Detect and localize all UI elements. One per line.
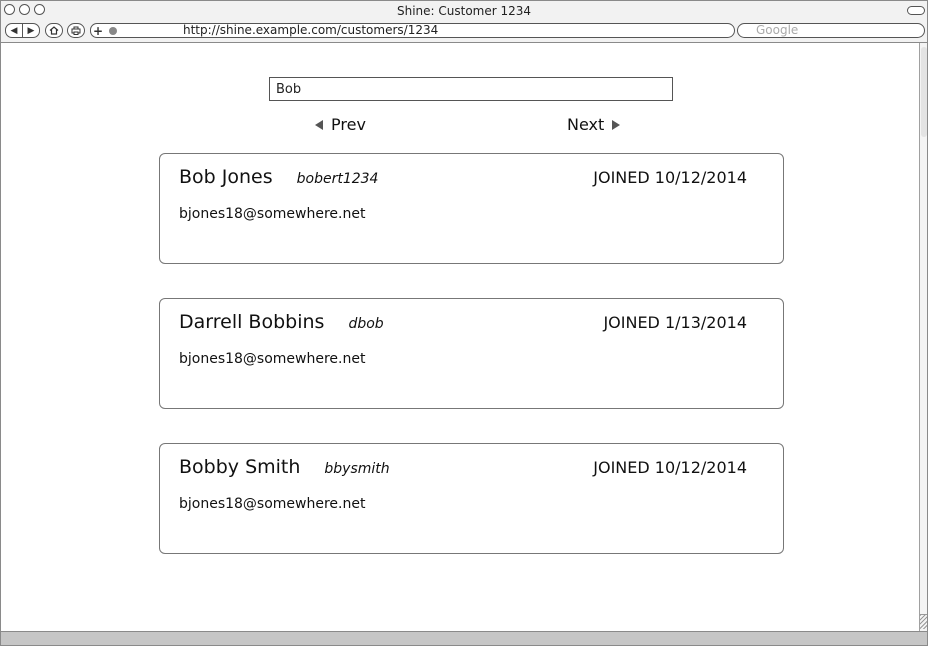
customer-email: bjones18@somewhere.net (179, 351, 366, 367)
back-button[interactable]: ◀ (5, 23, 23, 38)
site-globe-icon (109, 27, 117, 35)
add-bookmark-button[interactable]: + (90, 23, 106, 38)
forward-button[interactable]: ▶ (22, 23, 40, 38)
chevron-right-icon (612, 119, 621, 130)
customer-card[interactable]: Darrell Bobbins dbob JOINED 1/13/2014 bjo… (159, 298, 784, 409)
customer-name: Darrell Bobbins (179, 311, 325, 333)
customer-joined-date: JOINED 1/13/2014 (603, 313, 747, 332)
window-title: Shine: Customer 1234 (396, 4, 532, 18)
customer-joined-date: JOINED 10/12/2014 (593, 168, 747, 187)
customer-joined-date: JOINED 10/12/2014 (593, 458, 747, 477)
next-page-label: Next (567, 115, 605, 134)
web-search-placeholder: Google (756, 23, 799, 37)
print-icon (71, 26, 81, 35)
prev-page-link[interactable]: Prev (315, 115, 366, 134)
customer-username: bbysmith (324, 461, 390, 477)
print-button[interactable] (67, 23, 85, 38)
customer-name: Bobby Smith (179, 456, 301, 478)
back-arrow-icon: ◀ (10, 25, 18, 36)
browser-toolbar: ◀ ▶ + http://shine.example.com/customers… (1, 21, 927, 43)
home-icon (49, 26, 59, 35)
next-page-link[interactable]: Next (567, 115, 621, 134)
forward-arrow-icon: ▶ (27, 25, 35, 36)
toolbar-toggle-button[interactable] (907, 6, 925, 15)
home-button[interactable] (45, 23, 63, 38)
title-bar: Shine: Customer 1234 (1, 1, 927, 21)
customer-email: bjones18@somewhere.net (179, 206, 366, 222)
customer-card[interactable]: Bobby Smith bbysmith JOINED 10/12/2014 bj… (159, 443, 784, 554)
customer-username: dbob (348, 316, 384, 332)
address-bar[interactable]: http://shine.example.com/customers/1234 (105, 23, 735, 38)
chevron-left-icon (315, 119, 323, 130)
web-search-field[interactable]: Google (737, 23, 925, 38)
browser-window: Shine: Customer 1234 ◀ ▶ + http://shine.… (0, 0, 928, 646)
customer-name: Bob Jones (179, 166, 273, 188)
resize-grip-icon[interactable] (920, 614, 927, 629)
address-bar-url: http://shine.example.com/customers/1234 (183, 23, 439, 37)
vertical-scrollbar[interactable] (919, 43, 927, 631)
prev-page-label: Prev (331, 115, 366, 134)
customer-card[interactable]: Bob Jones bobert1234 JOINED 10/12/2014 bj… (159, 153, 784, 264)
customer-search-input[interactable] (269, 77, 673, 101)
scrollbar-thumb[interactable] (921, 47, 927, 137)
customer-email: bjones18@somewhere.net (179, 496, 366, 512)
status-bar (1, 631, 927, 645)
customer-username: bobert1234 (296, 171, 379, 187)
plus-icon: + (92, 23, 104, 38)
